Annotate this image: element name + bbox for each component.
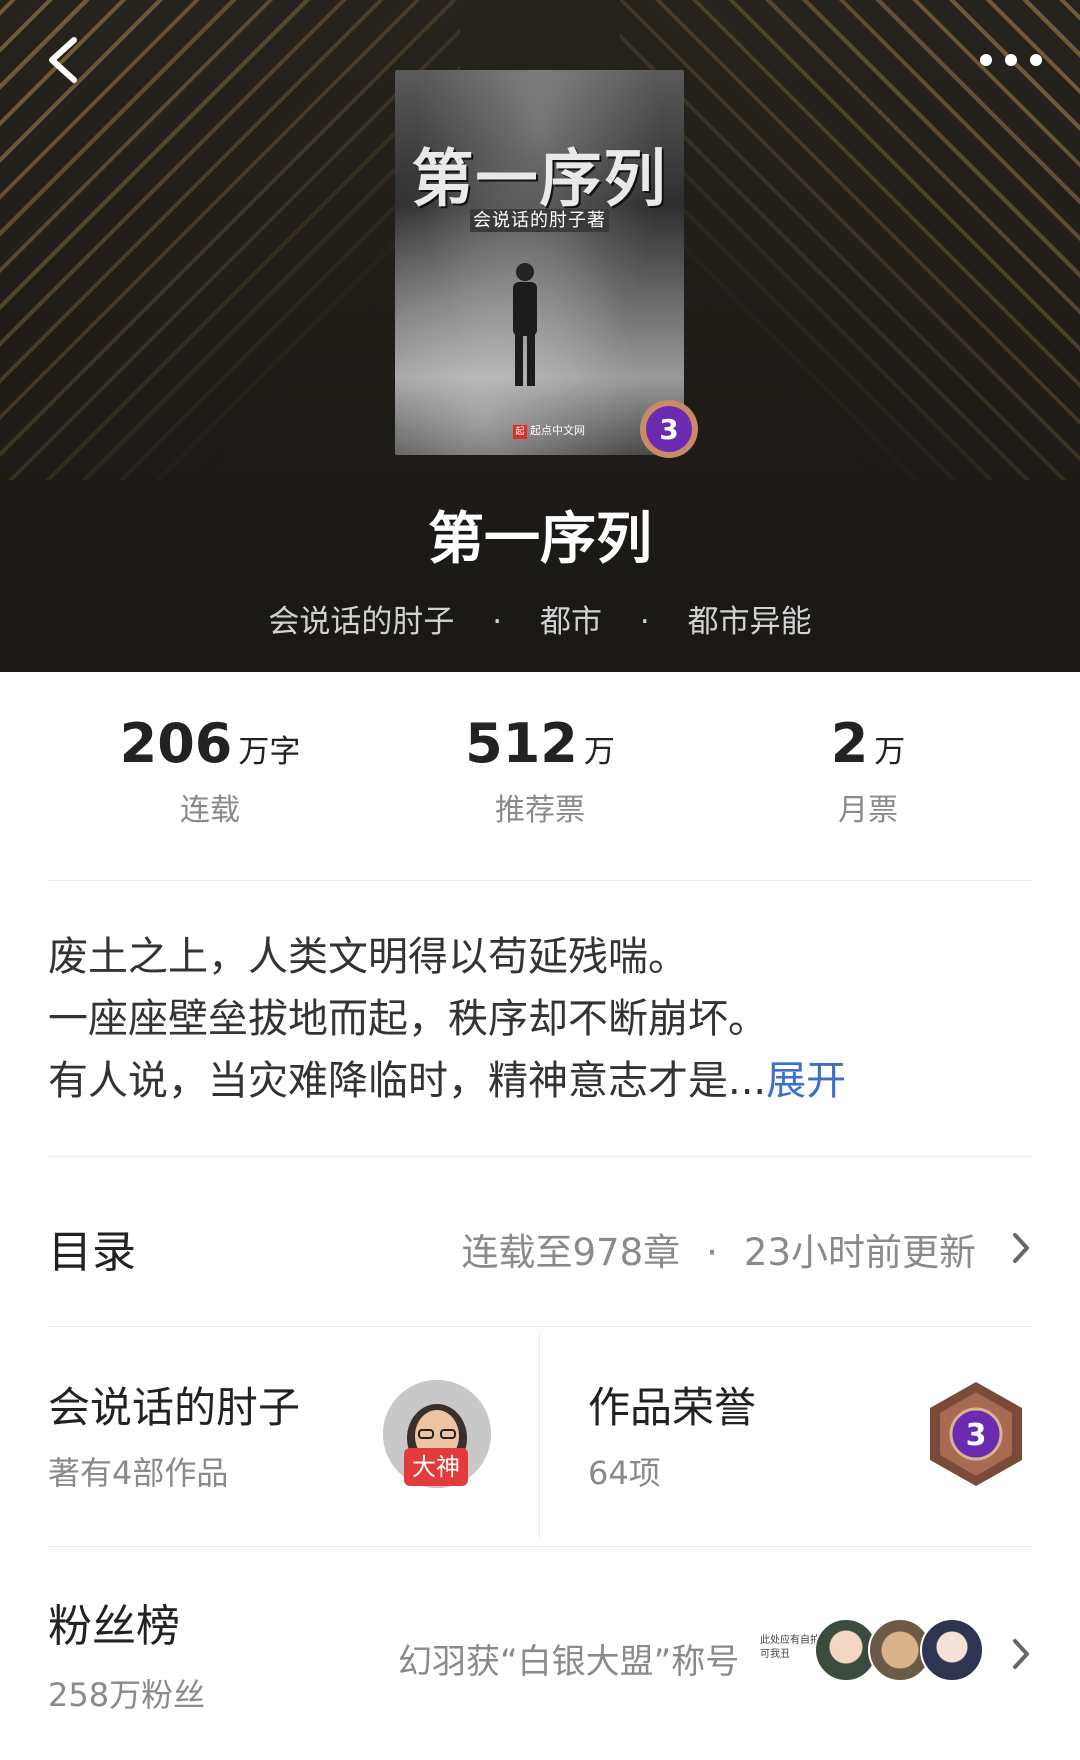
stat-value: 512: [465, 712, 578, 775]
fan-avatars: 此处应有自拍可我丑: [760, 1610, 990, 1690]
cover-title: 第一序列: [411, 142, 668, 215]
book-header: 第一序列 会说话的肘子著 起起点中文网 3 第一序列 会说话的肘子 · 都市 ·…: [0, 0, 1080, 672]
meta-subcategory[interactable]: 都市异能: [688, 604, 812, 640]
cover-figure-illustration: [513, 263, 537, 386]
meta-separator: ·: [492, 604, 503, 640]
cover-author-text: 会说话的肘子著: [470, 209, 609, 232]
meta-category[interactable]: 都市: [540, 604, 602, 640]
stat-label: 推荐票: [495, 793, 585, 828]
chevron-right-icon: [1013, 1233, 1029, 1263]
more-button[interactable]: [976, 40, 1046, 80]
publisher-logo-icon: 起: [513, 425, 527, 439]
honor-card[interactable]: 作品荣誉 64项: [588, 1370, 908, 1520]
fans-news: 幻羽获“白银大盟”称号: [398, 1642, 740, 1682]
honor-badge-number: 3: [966, 1418, 987, 1453]
back-button[interactable]: [40, 30, 90, 90]
author-name: 会说话的肘子: [48, 1383, 301, 1432]
fan-ranking-row[interactable]: 粉丝榜 258万粉丝 幻羽获“白银大盟”称号 此处应有自拍可我丑: [48, 1590, 1032, 1720]
stat-value-row: 206 万字: [60, 712, 360, 775]
fans-count: 258万粉丝: [48, 1676, 206, 1714]
catalog-separator: ·: [706, 1231, 718, 1274]
section-divider: [48, 1546, 1032, 1547]
synopsis-line-last: 有人说，当灾难降临时，精神意志才是...展开: [48, 1050, 1038, 1112]
fans-title: 粉丝榜: [48, 1601, 180, 1652]
synopsis-line: 有人说，当灾难降临时，精神意志才是...: [48, 1058, 767, 1104]
stat-monthly-votes[interactable]: 2万 月票: [718, 712, 1018, 829]
fan-avatar-text: 此处应有自拍可我丑: [760, 1635, 820, 1660]
cover-author: 会说话的肘子著: [395, 206, 684, 232]
stat-label: 连载: [180, 793, 240, 828]
honor-badge-icon: 3: [930, 1382, 1022, 1486]
author-works: 著有4部作品: [48, 1454, 229, 1492]
catalog-updated: 23小时前更新: [743, 1231, 976, 1274]
catalog-info: 连载至978章 · 23小时前更新: [462, 1222, 976, 1276]
expand-link[interactable]: 展开: [766, 1058, 846, 1104]
synopsis[interactable]: 废土之上，人类文明得以苟延残喘。 一座座壁垒拔地而起，秩序却不断崩坏。 有人说，…: [48, 926, 1038, 1112]
card-separator: [539, 1330, 540, 1540]
cover-publisher: 起起点中文网: [513, 422, 585, 439]
honor-count: 64项: [588, 1454, 661, 1492]
honor-title: 作品荣誉: [588, 1383, 757, 1432]
rank-badge-icon: 3: [640, 400, 698, 458]
stat-unit: 万: [583, 734, 615, 770]
stat-value-row: 512 万: [390, 712, 690, 775]
cover-publisher-text: 起点中文网: [530, 424, 585, 437]
stat-label: 月票: [838, 793, 898, 828]
stat-unit: 万字: [238, 734, 301, 770]
catalog-status: 连载至978章: [461, 1231, 681, 1274]
stat-value: 2: [830, 712, 869, 775]
more-dots-icon: [980, 54, 1042, 66]
fan-avatar: [920, 1618, 984, 1682]
stat-unit: 万: [874, 734, 906, 770]
meta-author[interactable]: 会说话的肘子: [268, 604, 454, 640]
synopsis-line: 废土之上，人类文明得以苟延残喘。: [48, 934, 688, 980]
book-stats: 206 万字 连载 512 万 推荐票 2万 月票: [0, 712, 1080, 852]
meta-separator: ·: [639, 604, 650, 640]
catalog-row[interactable]: 目录 连载至978章 · 23小时前更新: [48, 1210, 1032, 1280]
book-title: 第一序列: [428, 506, 652, 572]
stat-value-row: 2万: [718, 712, 1018, 775]
rank-badge-number: 3: [659, 413, 678, 446]
section-divider: [48, 1326, 1032, 1327]
section-divider: [48, 1156, 1032, 1157]
section-divider: [48, 880, 1032, 881]
catalog-title: 目录: [48, 1227, 136, 1278]
author-tag-badge: 大神: [404, 1448, 468, 1486]
book-meta: 会说话的肘子 · 都市 · 都市异能: [0, 596, 1080, 641]
stat-value: 206: [119, 712, 233, 775]
synopsis-line: 一座座壁垒拔地而起，秩序却不断崩坏。: [48, 996, 768, 1042]
stat-recommend-votes[interactable]: 512 万 推荐票: [390, 712, 690, 829]
chevron-right-icon: [1013, 1639, 1029, 1669]
chevron-left-icon: [49, 37, 77, 83]
stat-word-count: 206 万字 连载: [60, 712, 360, 829]
